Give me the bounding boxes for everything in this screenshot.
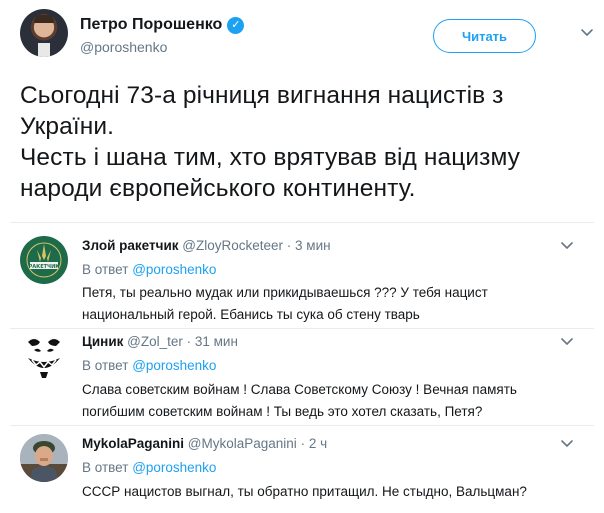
in-reply-to: В ответ @poroshenko [82,262,216,277]
reply-time[interactable]: · 2 ч [301,436,328,451]
avatar[interactable] [20,434,68,482]
avatar[interactable] [20,9,68,57]
avatar[interactable] [20,332,68,380]
rocket-emblem-icon: РАКЕТЧИК [21,237,67,283]
reply-tweet[interactable]: РАКЕТЧИК Злой ракетчик @ZloyRocketeer · … [20,236,590,326]
verified-badge-icon: ✓ [227,16,245,34]
reply-author-name[interactable]: Циник [82,334,123,349]
author-name[interactable]: Петро Порошенко [80,16,222,34]
follow-button[interactable]: Читать [433,19,536,53]
divider [10,222,594,223]
tweet-text: Сьогодні 73-а річниця вигнання нацистів … [20,80,580,204]
avatar-shirt [38,43,50,57]
reply-tweet[interactable]: Циник @Zol_ter · 31 мин В ответ @poroshe… [20,332,590,422]
reply-text-line: СССР нацистов выгнал, ты обратно притащи… [82,484,527,499]
in-reply-prefix: В ответ [82,358,129,373]
reply-tweet[interactable]: MykolaPaganini @MykolaPaganini · 2 ч В о… [20,434,590,509]
tweet-text-line: України. [20,113,115,140]
divider [10,425,594,426]
in-reply-mention[interactable]: @poroshenko [132,358,216,373]
in-reply-prefix: В ответ [82,262,129,277]
reply-text: СССР нацистов выгнал, ты обратно притащи… [82,481,562,503]
reply-text-line: погибшим советским войнам ! Ты ведь это … [82,404,483,419]
reply-author-name[interactable]: MykolaPaganini [82,436,184,451]
reply-text: Слава советским войнам ! Слава Советском… [82,379,562,423]
reply-header: Злой ракетчик @ZloyRocketeer · 3 мин [82,238,331,253]
tweet-text-line: народи європейського континенту. [20,175,416,202]
reply-header: Циник @Zol_ter · 31 мин [82,334,238,349]
reply-handle[interactable]: @ZloyRocketeer [182,238,283,253]
tweet-text-line: Честь і шана тим, хто врятував від нациз… [20,144,521,171]
main-tweet-header: Петро Порошенко ✓ @poroshenko Читать [20,9,593,59]
author-handle[interactable]: @poroshenko [80,39,167,55]
in-reply-to: В ответ @poroshenko [82,358,216,373]
reply-author-name[interactable]: Злой ракетчик [82,238,179,253]
avatar[interactable]: РАКЕТЧИК [20,236,68,284]
in-reply-prefix: В ответ [82,460,129,475]
reply-text-line: Слава советским войнам ! Слава Советском… [82,382,517,397]
chevron-down-icon[interactable] [560,238,574,252]
chevron-down-icon[interactable] [580,25,594,39]
chevron-down-icon[interactable] [560,436,574,450]
reply-time[interactable]: · 31 мин [187,334,238,349]
divider [10,328,594,329]
person-photo-icon [20,434,68,482]
avatar-label: РАКЕТЧИК [29,264,61,270]
in-reply-to: В ответ @poroshenko [82,460,216,475]
in-reply-mention[interactable]: @poroshenko [132,460,216,475]
in-reply-mention[interactable]: @poroshenko [132,262,216,277]
chevron-down-icon[interactable] [560,334,574,348]
avatar-hair [34,15,54,23]
reply-header: MykolaPaganini @MykolaPaganini · 2 ч [82,436,327,451]
author-name-row: Петро Порошенко ✓ [80,16,245,34]
reply-handle[interactable]: @Zol_ter [127,334,183,349]
joker-face-icon [20,332,68,380]
reply-text: Петя, ты реально мудак или прикидываешьс… [82,282,562,326]
reply-handle[interactable]: @MykolaPaganini [188,436,297,451]
reply-text-line: Петя, ты реально мудак или прикидываешьс… [82,285,488,300]
tweet-text-line: Сьогодні 73-а річниця вигнання нацистів … [20,82,504,109]
reply-time[interactable]: · 3 мин [287,238,331,253]
reply-text-line: национальный герой. Ебанись ты сука об с… [82,307,420,322]
